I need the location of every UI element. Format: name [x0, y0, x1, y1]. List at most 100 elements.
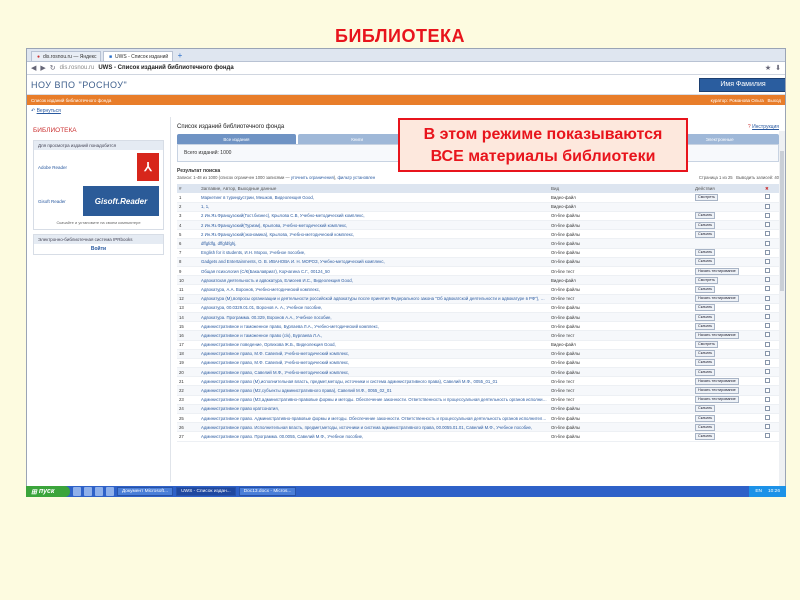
row-action-button[interactable]: Смотреть [695, 193, 718, 201]
row-checkbox[interactable] [765, 249, 770, 255]
row-title-link[interactable]: dffgfdfg, dffgfdfghj, [199, 238, 549, 249]
row-action-button[interactable]: Скачать [695, 368, 716, 376]
row-action-button[interactable]: Скачать [695, 350, 716, 358]
back-link[interactable]: Вернуться [37, 108, 61, 114]
taskbar-item[interactable]: Doc13.docx - Micros... [238, 487, 297, 496]
row-action-button[interactable]: Начать тестирование [695, 331, 739, 339]
row-checkbox[interactable] [765, 231, 770, 237]
row-checkbox[interactable] [765, 222, 770, 228]
per-page-select[interactable]: Выводить записей: 40 [736, 175, 779, 180]
url-field[interactable]: dis.rosnou.ru UWS - Список изданий библи… [60, 64, 761, 73]
row-checkbox[interactable] [765, 369, 770, 375]
row-title-link[interactable]: 1, 1, [199, 202, 549, 212]
row-checkbox[interactable] [765, 359, 770, 365]
forward-arrow-icon[interactable]: ▶ [40, 64, 45, 72]
row-action-button[interactable]: Смотреть [695, 276, 718, 284]
new-tab-button[interactable]: + [175, 52, 185, 61]
delete-icon[interactable]: ✖ [765, 186, 769, 191]
row-title-link[interactable]: Адвокатура (М),вопросы организации и дея… [199, 294, 549, 304]
row-action-button[interactable]: Начать тестирование [695, 377, 739, 385]
instruction-link[interactable]: Инструкция [752, 124, 779, 130]
row-action-button[interactable]: Скачать [695, 432, 716, 440]
row-checkbox[interactable] [765, 314, 770, 320]
taskbar-item[interactable]: Документ Microsoft... [117, 487, 174, 496]
row-title-link[interactable]: Административное право (М),исполнительна… [199, 376, 549, 387]
browser-tab-active[interactable]: ■ UWS - Список изданий [103, 51, 173, 61]
language-indicator[interactable]: EN [755, 489, 762, 494]
row-checkbox[interactable] [765, 323, 770, 329]
quicklaunch-icon[interactable] [84, 487, 92, 496]
pager[interactable]: Страница 1 из 25 [699, 175, 733, 180]
reload-icon[interactable]: ↻ [50, 64, 56, 72]
quicklaunch-icon[interactable] [73, 487, 81, 496]
row-title-link[interactable]: Административное право. Исполнительная в… [199, 422, 549, 433]
browser-tab[interactable]: ● dis.rosnou.ru — Яндекс [31, 51, 101, 61]
row-title-link[interactable]: Административное право (М2,субъекты адми… [199, 385, 549, 396]
row-title-link[interactable]: Административное и таможенное право, Бур… [199, 321, 549, 332]
row-action-button[interactable]: Скачать [695, 322, 716, 330]
ebs-enter-link[interactable]: Войти [34, 244, 163, 254]
row-checkbox[interactable] [765, 405, 770, 411]
row-action-button[interactable]: Скачать [695, 304, 716, 312]
row-action-button[interactable]: Начать тестирование [695, 295, 739, 303]
row-checkbox[interactable] [765, 212, 770, 218]
row-title-link[interactable]: Адвокатская деятельность и адвокатура, Е… [199, 275, 549, 286]
row-title-link[interactable]: Административное право, М.Ф. Савелий, Уч… [199, 358, 549, 369]
row-title-link[interactable]: Административное право. Административно-… [199, 413, 549, 424]
row-action-button[interactable]: Скачать [695, 249, 716, 257]
row-title-link[interactable]: Административное право, М.Ф. Савелий, Уч… [199, 349, 549, 359]
row-action-button[interactable]: Смотреть [695, 341, 718, 349]
row-checkbox[interactable] [765, 378, 770, 384]
row-title-link[interactable]: Адвокатура, А.А. Воронов, Учебно-методич… [199, 284, 549, 295]
refine-link[interactable]: уточнить ограничения [291, 175, 334, 180]
quicklaunch-icon[interactable] [106, 487, 114, 496]
row-title-link[interactable]: 2 Ин.Яз.Французский(Туризм), Крылова, Уч… [199, 220, 549, 231]
scrollbar-thumb[interactable] [780, 151, 784, 291]
row-action-button[interactable]: Скачать [695, 423, 716, 431]
download-icon[interactable]: ⬇ [775, 64, 781, 72]
row-checkbox[interactable] [765, 415, 770, 421]
row-checkbox[interactable] [765, 341, 770, 347]
row-title-link[interactable]: Gadgets and Entertainments, О. В. ИВАНОВ… [199, 257, 549, 268]
row-title-link[interactable]: Административное право кратсонатия, [199, 404, 549, 415]
row-checkbox[interactable] [765, 240, 770, 246]
row-title-link[interactable]: 2 Ин.Яз.Французский(экономика), Крылова,… [199, 229, 549, 240]
row-checkbox[interactable] [765, 332, 770, 338]
row-checkbox[interactable] [765, 295, 770, 301]
quicklaunch-icon[interactable] [95, 487, 103, 496]
row-checkbox[interactable] [765, 387, 770, 393]
row-title-link[interactable]: Административное право, Савелий М.Ф., Уч… [199, 367, 549, 378]
row-checkbox[interactable] [765, 433, 770, 439]
row-title-link[interactable]: 2 Ин.Яз.Французский(Гост.бизнес), Крылов… [199, 211, 549, 222]
row-action-button[interactable]: Начать тестирование [695, 267, 739, 275]
row-action-button[interactable]: Скачать [695, 313, 716, 321]
row-checkbox[interactable] [765, 203, 770, 209]
col-kind[interactable]: Вид [549, 184, 693, 193]
exit-link[interactable]: Выход [768, 98, 781, 103]
col-title[interactable]: Заглавие, Автор, Выходные данные [199, 184, 549, 193]
start-button[interactable]: ⊞ пуск [26, 486, 70, 497]
user-name-button[interactable]: Имя Фамилия [699, 77, 785, 92]
star-icon[interactable]: ★ [765, 64, 771, 72]
row-checkbox[interactable] [765, 304, 770, 310]
row-title-link[interactable]: Административное и таможенное право (с/к… [199, 330, 549, 341]
row-title-link[interactable]: Общая психология (С/К(Бакалавриат), Корч… [199, 266, 549, 277]
back-arrow-icon[interactable]: ◀ [31, 64, 36, 72]
row-checkbox[interactable] [765, 258, 770, 264]
row-title-link[interactable]: Адвокатура, 00.0329.01.01, Воронов А. А.… [199, 303, 549, 313]
row-checkbox[interactable] [765, 424, 770, 430]
row-action-button[interactable]: Скачать [695, 212, 716, 220]
row-checkbox[interactable] [765, 350, 770, 356]
row-title-link[interactable]: Маркетинг в туриндустрии, Мешков, Видеол… [199, 193, 549, 203]
row-action-button[interactable]: Скачать [695, 405, 716, 413]
row-title-link[interactable]: Административное поведение, Орлихова Ж.Б… [199, 340, 549, 350]
page-scrollbar[interactable] [779, 131, 785, 486]
pdf-icon[interactable]: ⅄ [137, 153, 159, 181]
adobe-reader-link[interactable]: Adobe Reader [38, 165, 67, 170]
row-action-button[interactable]: Скачать [695, 230, 716, 238]
row-checkbox[interactable] [765, 277, 770, 283]
row-title-link[interactable]: Административное право (М3,административ… [199, 395, 549, 405]
row-checkbox[interactable] [765, 194, 770, 200]
row-title-link[interactable]: English for it students, И.Н. Морох, Уче… [199, 248, 549, 258]
taskbar-item-active[interactable]: UWS - Список издан... [176, 487, 236, 496]
